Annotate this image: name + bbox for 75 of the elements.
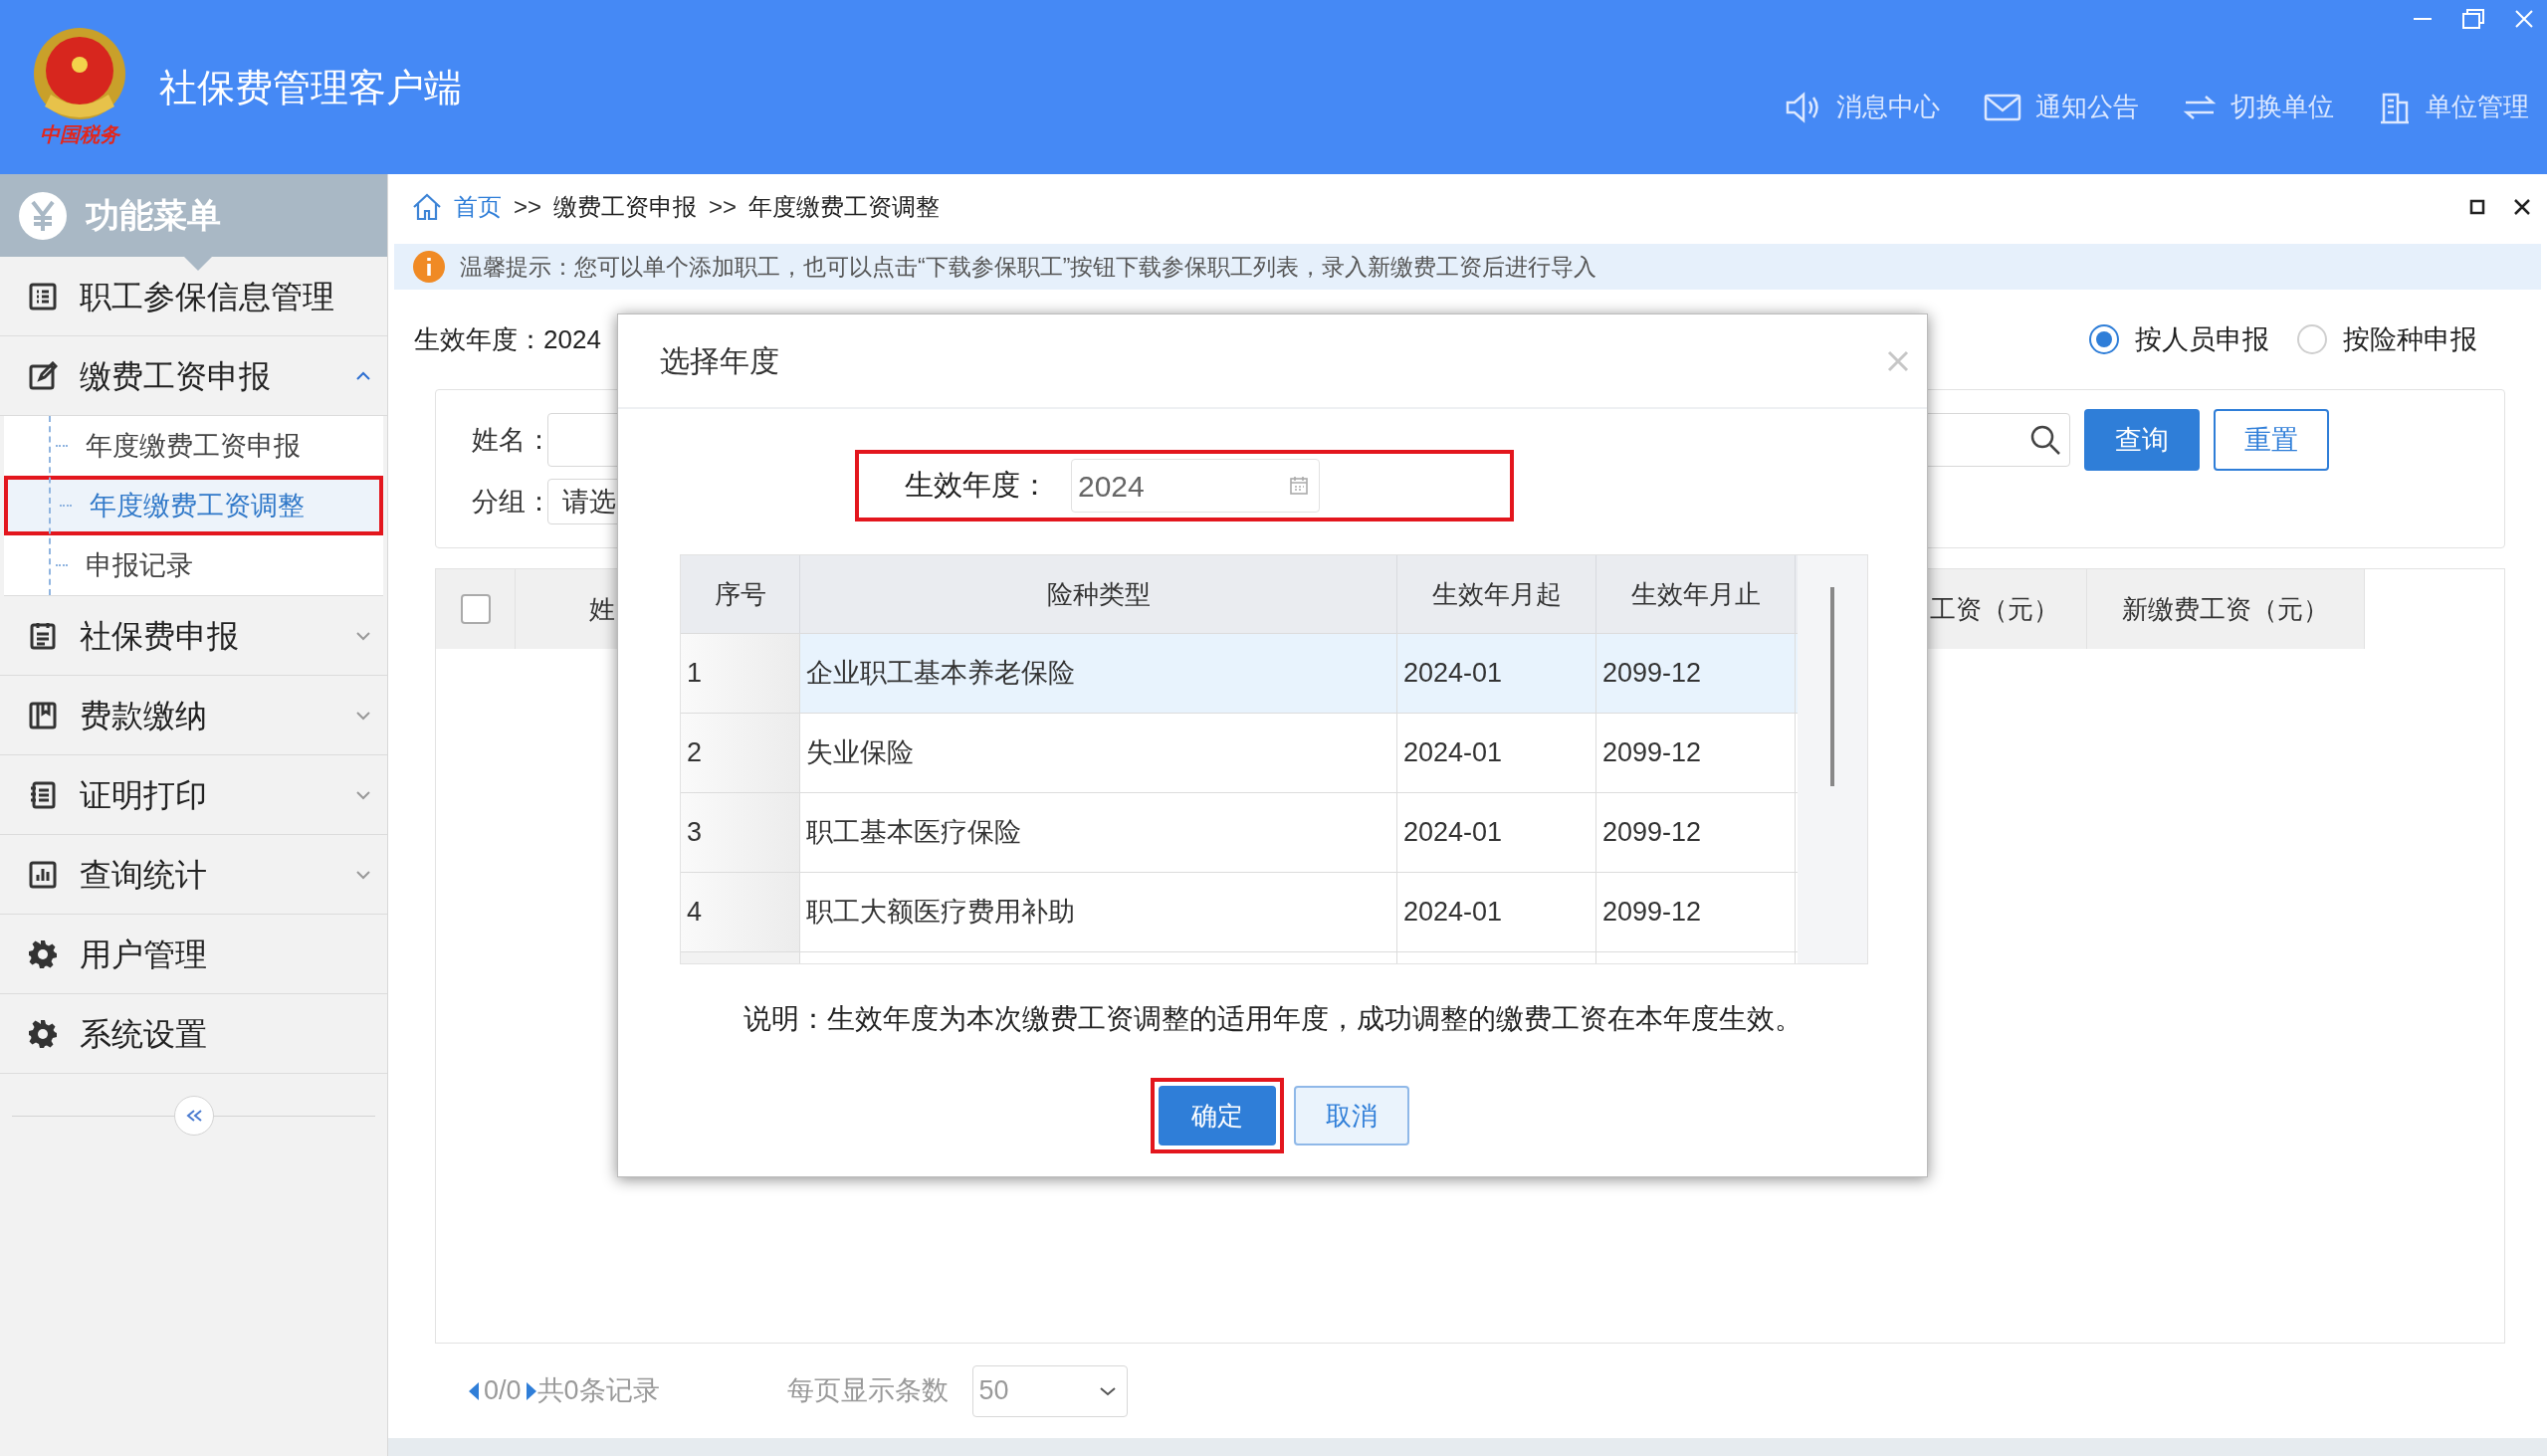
menu-item[interactable]: 职工参保信息管理	[0, 257, 387, 336]
info-icon	[412, 250, 446, 284]
column-header: 工资（元）	[1928, 569, 2087, 649]
book-icon	[28, 700, 58, 730]
breadcrumb-item[interactable]: 首页	[454, 189, 502, 225]
menu-title: 功能菜单	[86, 195, 221, 236]
breadcrumb-separator: >>	[514, 192, 542, 222]
table-cell: 4	[681, 873, 800, 951]
reset-button[interactable]: 重置	[2214, 409, 2329, 471]
name-label: 姓名：	[472, 423, 547, 457]
table-cell: 2	[681, 714, 800, 792]
app-title: 社保费管理客户端	[159, 66, 462, 109]
table-cell: 1	[681, 634, 800, 713]
table-row[interactable]: 2 失业保险 2024-01 2099-12	[681, 713, 1798, 792]
document-list-icon	[28, 779, 58, 810]
table-cell: 职工大额医疗费用补助	[800, 873, 1397, 951]
record-total: 共0条记录	[536, 1374, 660, 1408]
radio-option[interactable]: 按人员申报	[2089, 318, 2269, 360]
submenu-item[interactable]: 年度缴费工资申报	[4, 416, 383, 476]
gear-icon	[28, 1018, 58, 1049]
query-button[interactable]: 查询	[2084, 409, 2200, 471]
breadcrumb-separator: >>	[709, 192, 738, 222]
table-row[interactable]: 3 职工基本医疗保险 2024-01 2099-12	[681, 792, 1798, 872]
dialog-title: 选择年度	[660, 343, 780, 379]
double-chevron-left-icon	[184, 1109, 203, 1123]
menu-item[interactable]: 查询统计	[0, 835, 387, 915]
menu-item[interactable]: 系统设置	[0, 994, 387, 1074]
effective-year-label: 生效年度：	[414, 322, 543, 356]
search-icon[interactable]	[2029, 424, 2061, 456]
column-header: 新缴费工资（元）	[2087, 569, 2365, 649]
edit-icon	[28, 360, 58, 391]
page-indicator: 0/0	[484, 1374, 522, 1408]
close-icon[interactable]	[2513, 198, 2531, 216]
scrollbar-thumb[interactable]	[1830, 587, 1834, 786]
list-icon	[28, 281, 58, 312]
collapse-button[interactable]	[173, 1096, 214, 1136]
confirm-button[interactable]: 确定	[1158, 1086, 1276, 1145]
table-row[interactable]: 1 企业职工基本养老保险 2024-01 2099-12	[681, 633, 1798, 713]
yuan-icon	[18, 190, 68, 241]
emblem-icon	[31, 25, 128, 122]
home-icon[interactable]	[412, 193, 442, 221]
logo-text: 中国税务	[40, 124, 119, 144]
submenu-item[interactable]: 申报记录	[4, 535, 383, 595]
swap-arrows-icon	[2183, 93, 2217, 121]
calendar-icon[interactable]	[1289, 476, 1309, 496]
menu-item[interactable]: 证明打印	[0, 755, 387, 835]
effective-year-label: 生效年度：	[905, 468, 1049, 504]
table-row[interactable]: 4 职工大额医疗费用补助 2024-01 2099-12	[681, 872, 1798, 951]
cancel-button[interactable]: 取消	[1293, 1086, 1409, 1145]
menu-item[interactable]: 社保费申报	[0, 596, 387, 676]
effective-year-value: 2024	[543, 322, 601, 356]
radio-option[interactable]: 按险种申报	[2297, 318, 2477, 360]
clipboard-icon	[28, 620, 58, 651]
menu-item[interactable]: 用户管理	[0, 915, 387, 994]
table-cell: 2024-01	[1397, 873, 1596, 951]
tip-text: 温馨提示：您可以单个添加职工，也可以点击“下载参保职工”按钮下载参保职工列表，录入新缴费工资后进行导入	[460, 252, 1597, 282]
gear-icon	[28, 938, 58, 969]
next-page-icon[interactable]	[525, 1380, 537, 1401]
maximize-icon[interactable]	[2469, 199, 2485, 215]
submenu-item[interactable]: 年度缴费工资调整	[4, 476, 383, 535]
dialog-note: 说明：生效年度为本次缴费工资调整的适用年度，成功调整的缴费工资在本年度生效。	[742, 1002, 1804, 1036]
year-input[interactable]: 2024	[1071, 459, 1320, 513]
page-size-label: 每页显示条数	[786, 1374, 949, 1408]
breadcrumb-item: 年度缴费工资调整	[748, 192, 941, 222]
previous-page-icon[interactable]	[468, 1380, 480, 1401]
restore-icon[interactable]	[2461, 8, 2485, 30]
select-all-checkbox[interactable]	[460, 594, 491, 624]
table-cell: 2099-12	[1596, 873, 1796, 951]
table-cell: 3	[681, 793, 800, 872]
group-label: 分组：	[472, 485, 547, 519]
breadcrumb-item[interactable]: 缴费工资申报	[553, 189, 698, 225]
envelope-icon	[1984, 92, 2021, 122]
chevron-down-icon	[1098, 1385, 1117, 1396]
bar-chart-icon	[28, 859, 58, 890]
menu-item[interactable]: 费款缴纳	[0, 676, 387, 755]
